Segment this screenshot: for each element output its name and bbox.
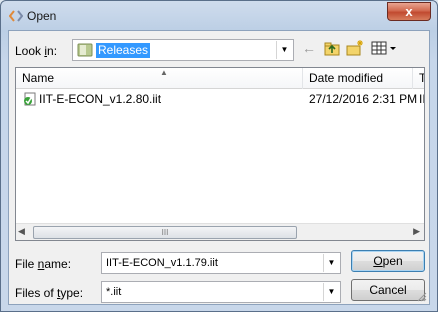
column-header-type[interactable]: Ty	[413, 68, 424, 89]
column-headers: Name ▲ Date modified Ty	[16, 68, 424, 89]
file-check-icon	[24, 92, 36, 106]
file-name: IIT-E-ECON_v1.2.80.iit	[39, 92, 162, 106]
file-date-modified: 27/12/2016 2:31 PM	[309, 92, 418, 106]
scroll-right-icon[interactable]: ▶	[413, 226, 420, 237]
resize-grip-icon[interactable]	[417, 292, 427, 302]
open-dialog-window: Open x Look in: Releases ▼ ← Name ▲ Date…	[0, 0, 438, 312]
scroll-left-icon[interactable]: ◀	[18, 226, 25, 237]
look-in-dropdown[interactable]: Releases ▼	[72, 39, 294, 61]
horizontal-scrollbar[interactable]: ◀ III ▶	[16, 223, 424, 240]
look-in-value: Releases	[96, 43, 151, 58]
sort-up-icon: ▲	[160, 68, 168, 77]
file-name-label: File name:	[15, 257, 72, 271]
file-name-input[interactable]: IIT-E-ECON_v1.1.79.iit ▼	[101, 252, 341, 274]
dialog-client-area: Look in: Releases ▼ ← Name ▲ Date modifi…	[8, 30, 430, 305]
files-of-type-value: *.iit	[106, 286, 122, 298]
file-name-value: IIT-E-ECON_v1.1.79.iit	[106, 257, 218, 269]
chevron-down-icon[interactable]: ▼	[276, 41, 292, 59]
new-folder-icon[interactable]	[346, 39, 364, 57]
table-row[interactable]: IIT-E-ECON_v1.2.80.iit 27/12/2016 2:31 P…	[16, 90, 424, 108]
scrollbar-thumb[interactable]: III	[33, 226, 297, 239]
open-button[interactable]: Open	[351, 250, 425, 272]
cancel-button[interactable]: Cancel	[351, 279, 425, 301]
column-header-date-modified[interactable]: Date modified	[303, 68, 413, 89]
look-in-label: Look in:	[15, 44, 58, 58]
close-button[interactable]: x	[387, 2, 431, 21]
views-menu-icon[interactable]	[370, 39, 398, 57]
file-type: II	[419, 92, 424, 106]
files-of-type-label: Files of type:	[15, 286, 84, 300]
window-title: Open	[27, 9, 57, 23]
app-icon	[9, 10, 23, 22]
title-bar[interactable]: Open x	[1, 1, 437, 31]
folder-icon	[77, 43, 93, 57]
file-list[interactable]: Name ▲ Date modified Ty IIT-E-ECON_v1.2.…	[15, 67, 425, 241]
chevron-down-icon[interactable]: ▼	[323, 283, 339, 301]
chevron-down-icon[interactable]: ▼	[323, 254, 339, 272]
back-arrow-icon[interactable]: ←	[302, 40, 316, 56]
up-folder-icon[interactable]	[323, 39, 341, 57]
files-of-type-dropdown[interactable]: *.iit ▼	[101, 281, 341, 303]
